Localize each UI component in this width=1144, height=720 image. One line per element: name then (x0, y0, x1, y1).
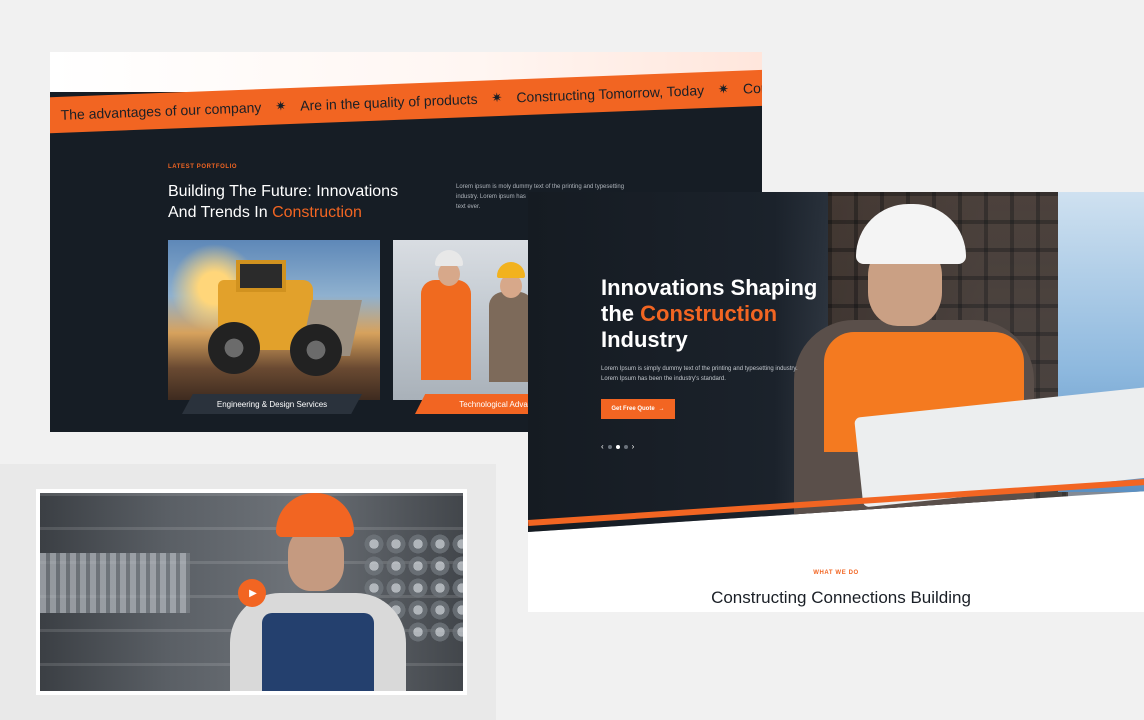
hero-title-accent: Construction (640, 301, 778, 326)
bulldozer-photo (168, 240, 380, 400)
portfolio-title: Building The Future: Innovations And Tre… (168, 181, 448, 223)
slider-pager: ‹ › (601, 442, 634, 451)
star-icon: ✷ (717, 81, 730, 97)
play-video-button[interactable]: ▶ (238, 579, 266, 607)
portfolio-label: LATEST PORTFOLIO (168, 164, 238, 170)
get-free-quote-label: Get Free Quote (611, 406, 655, 412)
hero-section: Innovations Shaping the Construction Ind… (528, 192, 1144, 612)
hero-background (528, 192, 1144, 532)
what-we-do-title: Constructing Connections Building (711, 588, 971, 607)
video-section: ▶ (0, 464, 496, 720)
portfolio-description-tail: text ever. (456, 204, 481, 210)
video-thumbnail[interactable]: ▶ (40, 493, 463, 691)
bulldozer-wheel (290, 324, 342, 376)
helmet-icon (435, 250, 463, 266)
hero-description: Lorem Ipsum is simply dummy text of the … (601, 366, 798, 382)
portfolio-image-bulldozer[interactable] (168, 240, 380, 400)
worker-overall (262, 613, 374, 691)
star-icon: ✷ (275, 98, 287, 114)
hero-title-line3: Industry (601, 327, 688, 352)
portfolio-caption[interactable]: Engineering & Design Services (182, 394, 362, 414)
hero-title-line2: the (601, 301, 641, 326)
star-icon: ✷ (491, 89, 503, 106)
bulldozer-wheel (208, 322, 260, 374)
slider-dot-active[interactable] (615, 444, 620, 449)
slider-dot[interactable] (607, 444, 612, 449)
what-we-do-label: WHAT WE DO (813, 570, 859, 576)
helmet-icon (497, 262, 525, 278)
chevron-right-icon[interactable]: › (632, 442, 635, 451)
video-card: ▶ (36, 489, 467, 695)
hero-title: Innovations Shaping the Construction Ind… (601, 275, 861, 353)
arrow-right-icon: → (658, 406, 665, 412)
slider-dot[interactable] (623, 444, 628, 449)
ticker-item: Constructing Tomorrow, Today (516, 82, 705, 106)
play-icon: ▶ (249, 587, 257, 599)
chevron-left-icon[interactable]: ‹ (601, 442, 604, 451)
portfolio-title-accent: Construction (272, 204, 362, 221)
ticker-item: The advantages of our company (60, 99, 262, 123)
worker-figure (489, 292, 533, 382)
steel-rack (40, 553, 190, 613)
worker-figure (421, 280, 471, 380)
ticker-item: Are in the quality of products (299, 90, 478, 114)
ticker-item: Constructing (742, 77, 762, 97)
portfolio-title-line2: And Trends In (168, 204, 273, 221)
portfolio-title-line1: Building The Future: Innovations (168, 183, 399, 200)
hard-hat-icon (276, 493, 354, 537)
get-free-quote-button[interactable]: Get Free Quote → (601, 399, 675, 419)
bulldozer-cab (236, 260, 286, 292)
hero-title-line1: Innovations Shaping (601, 275, 818, 300)
